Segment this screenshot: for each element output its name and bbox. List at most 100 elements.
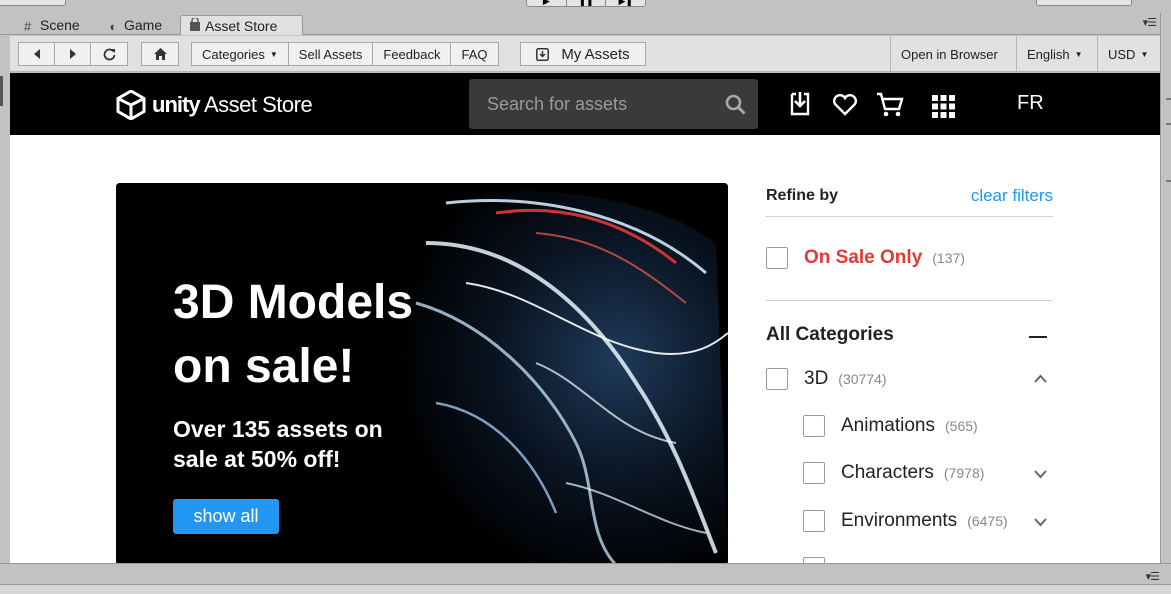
grid-icon: # [24,19,32,34]
category-label: Animations [841,415,935,436]
shopping-bag-icon [189,16,201,38]
download-box-icon [536,47,550,61]
category-label: 3D [804,368,829,389]
category-checkbox[interactable] [803,510,825,532]
banner-subtitle: Over 135 assets on sale at 50% off! [173,416,383,472]
on-sale-count: (137) [932,250,965,266]
unity-cube-icon [116,90,146,120]
language-label: English [1027,46,1070,62]
nav-button-group [18,42,128,66]
my-assets-label: My Assets [561,45,630,63]
search-input[interactable] [469,79,709,129]
layers-dropdown[interactable] [0,0,66,6]
tab-asset-store[interactable]: Asset Store [180,15,303,35]
asset-store-toolbar: Categories ▼ Sell Assets Feedback FAQ My… [10,36,1160,72]
category-count: (6475) [967,513,1008,529]
left-panel-edge [0,36,10,563]
my-assets-button[interactable]: My Assets [520,42,646,66]
category-count: (30774) [838,371,887,387]
category-characters[interactable]: Characters (7978) [803,462,984,484]
arrow-right-icon [69,49,76,59]
caret-down-icon: ▼ [1074,49,1083,59]
editor-bottom-bar: ▾☰ [0,563,1171,594]
currency-dropdown[interactable]: USD ▼ [1097,36,1160,72]
user-avatar-initials[interactable]: FR [1017,92,1044,115]
categories-dropdown[interactable]: Categories ▼ [192,43,289,65]
reload-button[interactable] [91,43,127,65]
open-in-browser-button[interactable]: Open in Browser [890,36,1016,72]
feedback-link[interactable]: Feedback [373,43,452,65]
heart-icon[interactable] [832,94,858,116]
banner-title: 3D Models on sale! [173,276,414,393]
forward-button[interactable] [55,43,91,65]
back-button[interactable] [19,43,55,65]
search-icon[interactable] [725,94,746,115]
play-controls: ▶ ❚❚ ▶❚ [526,0,646,7]
logo-unity-text: unity [152,92,201,117]
caret-down-icon: ▼ [1140,49,1149,59]
category-label: Environments [841,510,958,531]
store-content: 3D Models on sale! Over 135 assets on sa… [10,135,1160,563]
download-icon[interactable] [788,91,812,117]
promo-banner[interactable]: 3D Models on sale! Over 135 assets on sa… [116,183,728,563]
home-icon [153,48,167,60]
category-3d[interactable]: 3D (30774) [766,368,887,390]
refine-header: Refine by clear filters [766,183,1053,217]
editor-top-strip: ▶ ❚❚ ▶❚ [0,0,1171,12]
editor-tab-row: # Scene ◖ Game Asset Store ▾☰ [0,13,1160,35]
tab-scene-label: Scene [40,17,80,33]
toolbar-right-group: Open in Browser English ▼ USD ▼ [890,36,1160,72]
logo-wordmark: unity Asset Store [152,92,313,118]
on-sale-checkbox[interactable] [766,247,788,269]
category-checkbox[interactable] [766,368,788,390]
category-label: Characters [841,462,934,483]
collapse-minus-icon[interactable] [1029,336,1047,338]
language-dropdown[interactable]: English ▼ [1016,36,1097,72]
unity-asset-store-logo[interactable]: unity Asset Store [116,90,313,120]
faq-link[interactable]: FAQ [451,43,497,65]
pacman-icon: ◖ [108,19,116,34]
logo-store-text: Asset Store [203,92,313,117]
category-checkbox[interactable] [803,415,825,437]
divider [766,300,1053,301]
search-box [469,79,758,129]
tab-game-label: Game [124,17,163,33]
store-header: unity Asset Store FR [10,73,1160,135]
category-environments[interactable]: Environments (6475) [803,510,1008,532]
store-links-group: Categories ▼ Sell Assets Feedback FAQ [191,42,499,66]
category-count: (565) [945,418,978,434]
arrow-left-icon [33,49,40,59]
clear-filters-link[interactable]: clear filters [971,186,1053,206]
tab-scene[interactable]: # Scene [16,15,96,35]
categories-label: Categories [202,46,265,62]
refine-title: Refine by [766,187,839,204]
bottom-panel-strip [0,584,1171,594]
on-sale-label: On Sale Only [804,247,923,268]
chevron-down-icon[interactable] [1034,470,1047,479]
apps-grid-icon[interactable] [932,95,955,118]
currency-label: USD [1108,46,1136,62]
tab-game[interactable]: ◖ Game [100,15,178,35]
shopping-cart-icon[interactable] [876,92,904,118]
all-categories-title: All Categories [766,324,894,345]
pause-button[interactable]: ❚❚ [567,0,607,6]
category-animations[interactable]: Animations (565) [803,415,978,437]
chevron-up-icon[interactable] [1034,374,1047,383]
filter-on-sale[interactable]: On Sale Only (137) [766,247,965,269]
tab-asset-store-label: Asset Store [205,18,278,34]
play-button[interactable]: ▶ [527,0,567,6]
panel-menu-icon[interactable]: ▾☰ [1146,570,1160,583]
home-button[interactable] [141,42,179,66]
tab-menu-icon[interactable]: ▾☰ [1143,16,1157,29]
step-button[interactable]: ▶❚ [606,0,645,6]
sell-assets-link[interactable]: Sell Assets [289,43,374,65]
refine-panel: Refine by clear filters On Sale Only (13… [766,183,1053,563]
layout-dropdown[interactable] [1036,0,1132,6]
category-count: (7978) [943,465,985,481]
reload-icon [103,48,115,60]
category-checkbox[interactable] [803,462,825,484]
show-all-button[interactable]: show all [173,499,279,534]
right-panel-edge [1160,13,1171,563]
chevron-down-icon[interactable] [1034,518,1047,527]
caret-down-icon: ▼ [269,49,278,59]
